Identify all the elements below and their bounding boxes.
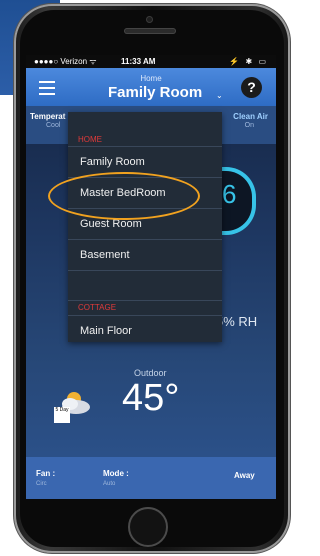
front-camera [146,16,153,23]
menu-item-label: Family Room [80,156,145,168]
dial-temperature: 6 [222,179,237,209]
outdoor-temperature: 45° [122,377,180,419]
away-button[interactable]: Away [234,471,255,480]
menu-item-label: Basement [80,249,130,261]
highlight-circle [48,172,200,220]
menu-divider [68,300,222,301]
clean-air-tile-sub: On [244,122,254,129]
section-home: HOME [78,135,102,144]
menu-item-label: Main Floor [80,325,132,337]
home-location-label: Home [140,74,162,83]
room-selector[interactable]: Family Room [108,84,202,101]
app-screen: ●●●●○ Verizon ᯤ 11:33 AM ⚡ ✱ ▭ Home Fami… [26,55,276,499]
bottom-bar: Fan : Circ Mode : Auto Away [26,457,276,499]
mode-label[interactable]: Mode : [103,469,129,478]
carrier-label: ●●●●○ Verizon ᯤ [34,57,97,66]
help-button[interactable]: ? [241,77,262,98]
temperature-tile-sub: Cool [46,122,61,129]
menu-divider [68,270,222,271]
menu-item-basement[interactable]: Basement [68,240,222,270]
mode-value: Auto [103,481,116,487]
section-cottage: COTTAGE [78,303,117,312]
room-dropdown-menu: HOME Family Room Master BedRoom Guest Ro… [68,112,222,342]
status-bar: ●●●●○ Verizon ᯤ 11:33 AM ⚡ ✱ ▭ [26,55,276,68]
five-day-tag[interactable]: 5 Day [54,407,70,423]
menu-item-main-floor[interactable]: Main Floor [68,316,222,346]
home-button[interactable] [128,507,168,547]
app-header: Home Family Room ⌄ ? [26,68,276,106]
temperature-tile-title[interactable]: Temperat [30,112,65,121]
fan-label[interactable]: Fan : [36,469,55,478]
chevron-down-icon[interactable]: ⌄ [216,91,223,100]
humidity-readout: 5% RH [216,314,258,329]
fan-value: Circ [36,481,47,487]
earpiece-speaker [124,28,176,34]
status-icons: ⚡ ✱ ▭ [229,57,268,66]
clock: 11:33 AM [121,57,156,66]
clean-air-tile-title[interactable]: Clean Air [233,112,268,121]
